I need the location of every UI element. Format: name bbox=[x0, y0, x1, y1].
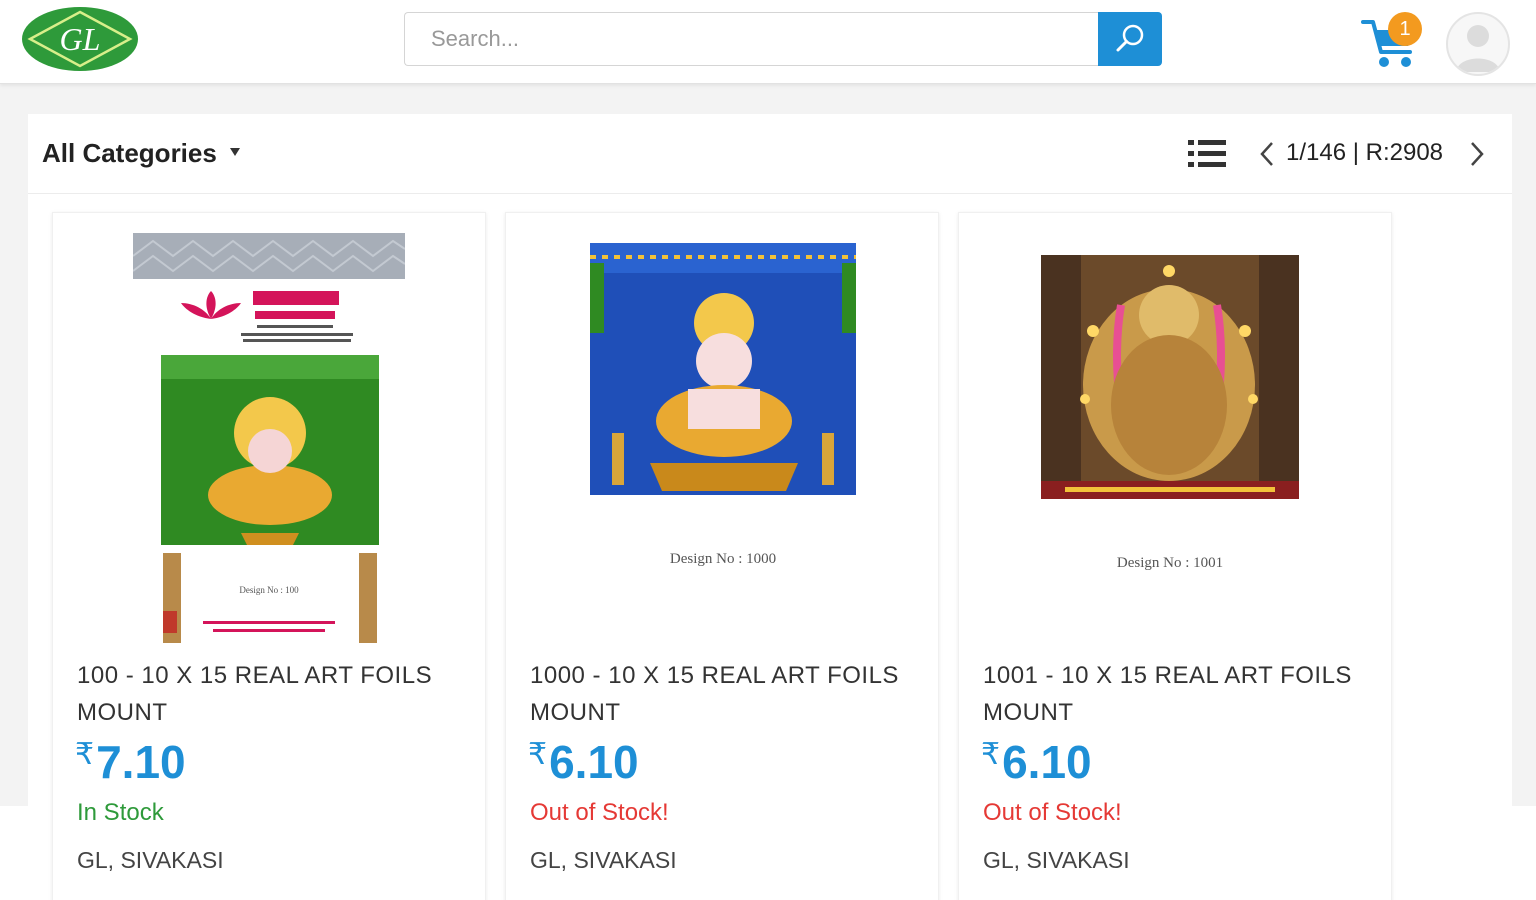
seller-name: GL, SIVAKASI bbox=[530, 847, 677, 873]
product-title[interactable]: 1000 - 10 X 15 REAL ART FOILS MOUNT bbox=[530, 657, 910, 731]
product-title[interactable]: 1001 - 10 X 15 REAL ART FOILS MOUNT bbox=[983, 657, 1363, 731]
pagination-info: 1/146 | R:2908 bbox=[1286, 139, 1444, 166]
svg-text:Design No : 100: Design No : 100 bbox=[239, 585, 299, 595]
product-price: ₹7.10 bbox=[75, 735, 186, 789]
svg-text:GL: GL bbox=[60, 21, 101, 57]
product-card[interactable]: Design No : 1001 1001 - 10 X 15 REAL ART… bbox=[958, 212, 1392, 900]
svg-text:Design No : 1001: Design No : 1001 bbox=[1117, 555, 1223, 571]
price-value: 6.10 bbox=[549, 736, 639, 788]
search-icon bbox=[1116, 24, 1144, 52]
stock-status: Out of Stock! bbox=[983, 799, 1122, 826]
seller-name: GL, SIVAKASI bbox=[983, 847, 1130, 873]
user-icon bbox=[1456, 25, 1500, 72]
user-avatar[interactable] bbox=[1446, 12, 1510, 76]
rupee-symbol: ₹ bbox=[528, 738, 548, 771]
search-bar bbox=[404, 12, 1162, 66]
product-price: ₹6.10 bbox=[981, 735, 1092, 789]
chevron-left-icon[interactable] bbox=[1258, 140, 1276, 168]
search-button[interactable] bbox=[1098, 12, 1162, 66]
svg-text:Design No : 1000: Design No : 1000 bbox=[670, 551, 776, 567]
product-image[interactable]: Design No : 1000 bbox=[590, 243, 856, 633]
stock-status: In Stock bbox=[77, 799, 164, 826]
listing-toolbar: All Categories 1/146 | R:2908 bbox=[28, 114, 1512, 194]
price-value: 7.10 bbox=[96, 736, 186, 788]
product-image[interactable]: Design No : 100 bbox=[133, 233, 405, 653]
rupee-symbol: ₹ bbox=[981, 738, 1001, 771]
rupee-symbol: ₹ bbox=[75, 738, 95, 771]
list-view-icon[interactable] bbox=[1188, 138, 1226, 170]
caret-down-icon[interactable] bbox=[230, 148, 240, 156]
product-image[interactable]: Design No : 1001 bbox=[1041, 255, 1299, 641]
product-title[interactable]: 100 - 10 X 15 REAL ART FOILS MOUNT bbox=[77, 657, 457, 731]
chevron-right-icon[interactable] bbox=[1468, 140, 1486, 168]
seller-name: GL, SIVAKASI bbox=[77, 847, 224, 873]
category-dropdown[interactable]: All Categories bbox=[42, 138, 217, 169]
cart-count-badge: 1 bbox=[1388, 12, 1422, 46]
search-input[interactable] bbox=[404, 12, 1100, 66]
top-header: GL 1 bbox=[0, 0, 1536, 84]
product-card[interactable]: Design No : 1000 1000 - 10 X 15 REAL ART… bbox=[505, 212, 939, 900]
gl-logo[interactable]: GL bbox=[20, 6, 140, 72]
product-card[interactable]: Design No : 100 100 - 10 X 15 REAL ART F… bbox=[52, 212, 486, 900]
stock-status: Out of Stock! bbox=[530, 799, 669, 826]
product-price: ₹6.10 bbox=[528, 735, 639, 789]
price-value: 6.10 bbox=[1002, 736, 1092, 788]
